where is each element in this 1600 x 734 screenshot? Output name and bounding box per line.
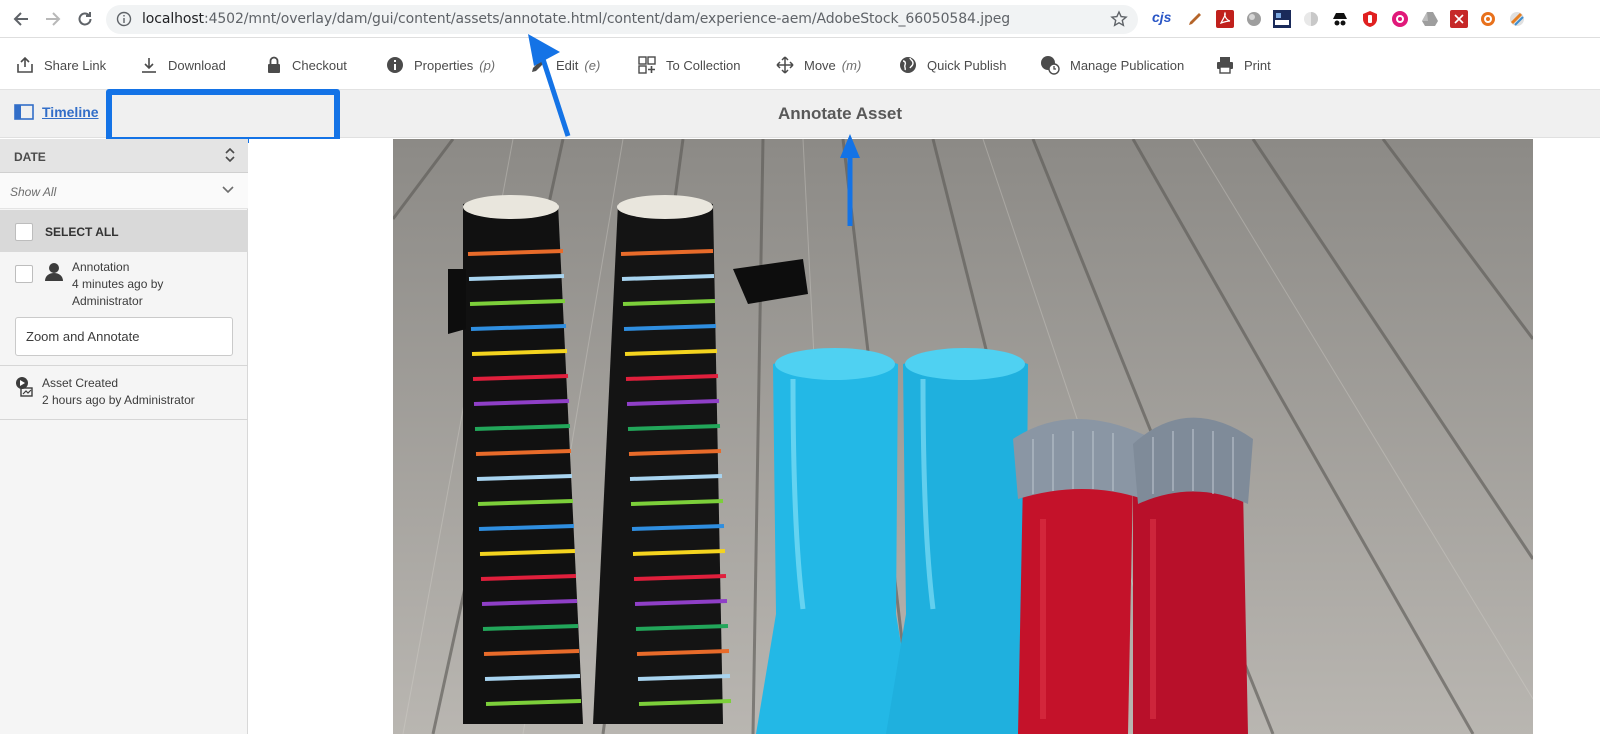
gray-circle-extension-icon[interactable] (1245, 10, 1263, 28)
properties-label: Properties (414, 57, 474, 73)
info-icon[interactable] (116, 11, 132, 32)
back-icon[interactable] (9, 7, 33, 31)
move-button[interactable]: Move (m) (776, 55, 861, 75)
quick-publish-button[interactable]: Quick Publish (899, 55, 1006, 75)
select-all-row[interactable]: SELECT ALL (0, 210, 248, 252)
timeline-entry-asset-created: Asset Created 2 hours ago by Administrat… (0, 366, 248, 419)
sort-updown-icon (225, 148, 235, 162)
properties-shortcut: (p) (479, 57, 496, 73)
annotation-title: Annotation (72, 260, 130, 274)
annotation-time: 4 minutes ago by (72, 277, 164, 291)
move-arrows-icon (776, 56, 794, 74)
quick-publish-label: Quick Publish (927, 57, 1007, 73)
globe-icon (900, 57, 916, 73)
bookmark-star-icon[interactable] (1110, 10, 1128, 33)
asset-created-title: Asset Created (42, 376, 119, 390)
annotation-author: Administrator (72, 294, 143, 308)
incognito-extension-icon[interactable] (1331, 10, 1349, 28)
download-button[interactable]: Download (140, 55, 226, 75)
url-callout-arrow-icon (528, 34, 571, 137)
shield-extension-icon[interactable] (1361, 10, 1379, 28)
annotation-comment[interactable]: Zoom and Annotate (15, 317, 233, 356)
print-label: Print (1244, 57, 1271, 73)
asset-created-icon (16, 377, 33, 397)
share-link-button[interactable]: Share Link (16, 55, 106, 75)
rain-boots-photo (393, 139, 1533, 734)
share-link-label: Share Link (44, 57, 107, 73)
date-label: DATE (14, 150, 46, 164)
date-sort-header[interactable]: DATE (0, 139, 248, 173)
edit-shortcut: (e) (584, 57, 601, 73)
colorful-extension-icon[interactable] (1508, 10, 1526, 28)
target-extension-icon[interactable] (1479, 10, 1497, 28)
forward-icon[interactable] (41, 7, 65, 31)
annotation-checkbox[interactable] (15, 265, 33, 283)
address-bar[interactable]: localhost:4502/mnt/overlay/dam/gui/conte… (106, 5, 1138, 34)
to-collection-button[interactable]: To Collection (638, 55, 740, 75)
to-collection-label: To Collection (666, 57, 741, 73)
properties-button[interactable]: Properties (p) (386, 55, 495, 75)
download-icon (142, 58, 156, 73)
browser-toolbar: localhost:4502/mnt/overlay/dam/gui/conte… (0, 0, 1600, 38)
lock-icon (268, 56, 280, 73)
info-circle-icon (387, 57, 403, 73)
move-label: Move (804, 57, 836, 73)
red-boots (1013, 417, 1253, 734)
collection-add-icon (638, 56, 656, 74)
globe-clock-icon (1041, 56, 1060, 75)
checkout-button[interactable]: Checkout (266, 55, 347, 75)
show-all-dropdown[interactable]: Show All (0, 173, 248, 209)
printer-icon (1217, 57, 1233, 74)
url-path: :4502/mnt/overlay/dam/gui/content/assets… (203, 11, 1011, 27)
timeline-sidebar: DATE Show All SELECT ALL Annotation 4 mi… (0, 139, 248, 734)
user-icon (45, 263, 63, 281)
eye-extension-icon[interactable] (1391, 10, 1409, 28)
half-circle-extension-icon[interactable] (1302, 10, 1320, 28)
filter-value: Show All (10, 185, 57, 199)
move-shortcut: (m) (841, 57, 862, 73)
drive-extension-icon[interactable] (1421, 10, 1439, 28)
asset-image[interactable] (393, 139, 1533, 734)
select-all-checkbox[interactable] (15, 223, 33, 241)
title-callout-arrow-icon (840, 134, 860, 226)
url-host: localhost (142, 11, 204, 27)
pen-extension-icon[interactable] (1186, 10, 1204, 28)
download-label: Download (168, 57, 226, 73)
action-bar: Share Link Download Checkout Properties … (0, 38, 1600, 90)
highlight-annotation-box (106, 89, 340, 143)
red-square-extension-icon[interactable] (1450, 10, 1468, 28)
print-button[interactable]: Print (1216, 55, 1271, 75)
select-all-label: SELECT ALL (45, 225, 119, 239)
pdf-extension-icon[interactable] (1216, 10, 1234, 28)
manage-publication-button[interactable]: Manage Publication (1040, 55, 1184, 75)
chevron-down-icon (222, 186, 234, 194)
cjs-extension-icon[interactable]: cjs (1152, 9, 1174, 27)
entry-divider (0, 419, 248, 420)
share-icon (17, 56, 33, 73)
url-text: localhost:4502/mnt/overlay/dam/gui/conte… (142, 11, 1010, 27)
news-extension-icon[interactable] (1273, 10, 1291, 28)
reload-icon[interactable] (73, 7, 97, 31)
manage-publication-label: Manage Publication (1070, 57, 1185, 73)
asset-created-meta: 2 hours ago by Administrator (42, 393, 195, 407)
checkout-label: Checkout (292, 57, 347, 73)
